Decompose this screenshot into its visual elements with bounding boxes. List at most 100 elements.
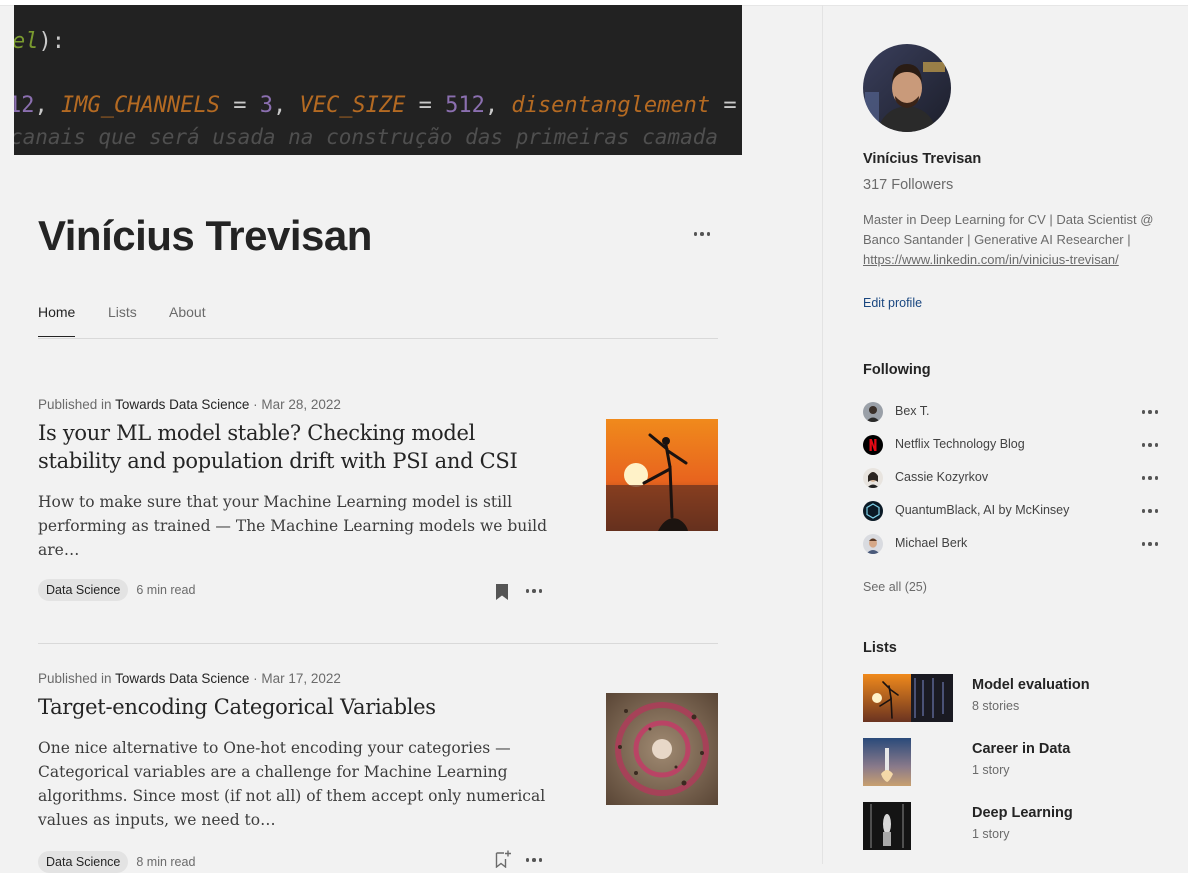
avatar[interactable] [863, 44, 951, 132]
article-subtitle[interactable]: How to make sure that your Machine Learn… [38, 490, 548, 562]
list-story-count: 8 stories [972, 699, 1020, 713]
sidebar-author-name[interactable]: Vinícius Trevisan [863, 151, 981, 167]
article-card: Published in Towards Data Science · Mar … [38, 671, 718, 873]
code-token: = [710, 93, 737, 118]
avatar[interactable] [863, 435, 883, 455]
following-more-button[interactable] [1139, 503, 1161, 519]
following-name[interactable]: Cassie Kozyrkov [895, 470, 988, 484]
list-thumbnails [863, 802, 955, 850]
tab-about[interactable]: About [169, 304, 206, 320]
person-avatar-icon [863, 402, 883, 422]
linkedin-link[interactable]: https://www.linkedin.com/in/vinicius-tre… [863, 252, 1119, 267]
publication-link[interactable]: Towards Data Science [115, 397, 249, 412]
more-icon [522, 582, 546, 600]
following-name[interactable]: QuantumBlack, AI by McKinsey [895, 503, 1069, 517]
reading-list-item[interactable]: Model evaluation 8 stories [863, 674, 1163, 724]
read-time: 6 min read [136, 583, 196, 597]
following-item: Cassie Kozyrkov [863, 468, 1161, 490]
published-in-label: Published in [38, 671, 116, 686]
tab-lists[interactable]: Lists [108, 304, 137, 320]
publication-link[interactable]: Towards Data Science [115, 671, 249, 686]
bio-text: Master in Deep Learning for CV | Data Sc… [863, 212, 1154, 247]
more-icon [1139, 536, 1161, 552]
more-icon [1139, 437, 1161, 453]
edit-profile-link[interactable]: Edit profile [863, 296, 922, 310]
following-name[interactable]: Netflix Technology Blog [895, 437, 1025, 451]
list-cover-images [863, 674, 953, 722]
followers-count[interactable]: 317 Followers [863, 177, 953, 193]
following-name[interactable]: Bex T. [895, 404, 930, 418]
following-more-button[interactable] [1139, 536, 1161, 552]
code-token: 512 [445, 93, 485, 118]
article-meta: Data Science 6 min read [38, 579, 195, 601]
code-token: IMG_CHANNELS [61, 93, 220, 118]
more-icon [1139, 470, 1161, 486]
following-item: Netflix Technology Blog [863, 435, 1161, 457]
code-token: = [219, 93, 260, 118]
topic-tag[interactable]: Data Science [38, 851, 129, 873]
author-bio: Master in Deep Learning for CV | Data Sc… [863, 210, 1168, 270]
bookmark-filled-icon [496, 584, 508, 600]
article-more-button[interactable] [522, 851, 546, 869]
more-icon [1139, 503, 1161, 519]
article-thumbnail[interactable] [606, 419, 718, 531]
article-subtitle[interactable]: One nice alternative to One-hot encoding… [38, 736, 548, 832]
following-item: QuantumBlack, AI by McKinsey [863, 501, 1161, 523]
list-story-count: 1 story [972, 827, 1010, 841]
code-token: , [272, 93, 300, 118]
list-name[interactable]: Career in Data [972, 741, 1070, 757]
bookmark-button[interactable] [494, 583, 510, 601]
code-token: ): [38, 29, 66, 54]
list-cover-images [863, 738, 911, 786]
person-avatar-icon [863, 534, 883, 554]
publication-line: Published in Towards Data Science · Mar … [38, 397, 341, 412]
article-title[interactable]: Target-encoding Categorical Variables [38, 693, 558, 721]
avatar[interactable] [863, 534, 883, 554]
article-date: · Mar 17, 2022 [249, 671, 341, 686]
following-more-button[interactable] [1139, 404, 1161, 420]
avatar[interactable] [863, 501, 883, 521]
quantumblack-logo-icon [863, 501, 883, 521]
list-thumbnails [863, 738, 955, 786]
following-name[interactable]: Michael Berk [895, 536, 967, 550]
following-more-button[interactable] [1139, 437, 1161, 453]
avatar[interactable] [863, 402, 883, 422]
read-time: 8 min read [136, 855, 196, 869]
code-token: , [34, 93, 61, 118]
article-thumbnail[interactable] [606, 693, 718, 805]
article-more-button[interactable] [522, 582, 546, 600]
avatar[interactable] [863, 468, 883, 488]
more-icon [522, 851, 546, 869]
profile-banner: el): 12, IMG_CHANNELS = 3, VEC_SIZE = 51… [14, 5, 742, 155]
topic-tag[interactable]: Data Science [38, 579, 129, 601]
following-item: Bex T. [863, 402, 1161, 424]
list-story-count: 1 story [972, 763, 1010, 777]
publication-line: Published in Towards Data Science · Mar … [38, 671, 341, 686]
see-all-following-link[interactable]: See all (25) [863, 580, 927, 594]
more-icon [690, 224, 714, 244]
tab-home[interactable]: Home [38, 304, 75, 320]
article-card: Published in Towards Data Science · Mar … [38, 397, 718, 617]
list-name[interactable]: Deep Learning [972, 805, 1073, 821]
reading-list-item[interactable]: Career in Data 1 story [863, 738, 1163, 788]
list-thumbnails [863, 674, 955, 722]
article-date: · Mar 28, 2022 [249, 397, 341, 412]
reading-list-item[interactable]: Deep Learning 1 story [863, 802, 1163, 852]
following-more-button[interactable] [1139, 470, 1161, 486]
article-divider [38, 643, 718, 644]
code-token: disentanglement [511, 93, 711, 118]
list-cover-images [863, 802, 911, 850]
code-token: el [14, 29, 39, 54]
article-title[interactable]: Is your ML model stable? Checking model … [38, 419, 558, 475]
bookmark-button[interactable] [494, 850, 511, 869]
banner-code-line: el): [14, 29, 65, 54]
netflix-logo-icon [863, 435, 883, 455]
code-token: 12 [14, 93, 35, 118]
sunset-silhouette-image [606, 419, 718, 531]
more-icon [1139, 404, 1161, 420]
profile-more-button[interactable] [690, 224, 714, 244]
banner-code-comment: canais que será usada na construção das … [14, 125, 719, 149]
list-name[interactable]: Model evaluation [972, 677, 1090, 693]
code-token: = [405, 93, 446, 118]
active-tab-indicator [38, 336, 75, 337]
